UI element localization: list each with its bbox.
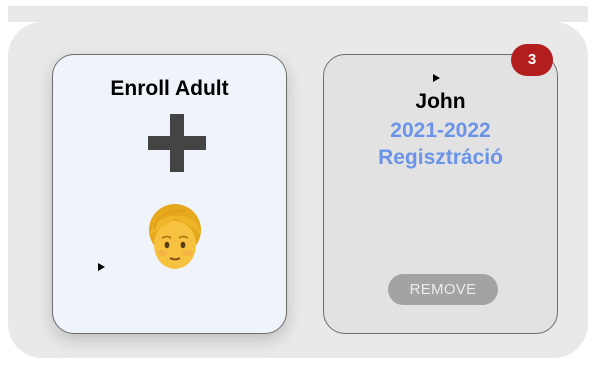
app-canvas: Enroll Adult John 2021-2022 Regisztráció… [0, 0, 596, 370]
registration-status: Regisztráció [378, 146, 503, 169]
disclosure-triangle-icon [98, 263, 105, 271]
top-strip [8, 6, 588, 22]
plus-icon [148, 114, 206, 172]
notification-badge: 3 [511, 44, 553, 76]
disclosure-triangle-icon [433, 74, 440, 82]
person-name: John [415, 90, 466, 113]
enrollment-year: 2021-2022 [390, 119, 491, 142]
enroll-card-title: Enroll Adult [110, 77, 229, 100]
remove-button[interactable]: REMOVE [388, 274, 498, 305]
person-emoji-icon [149, 204, 201, 269]
